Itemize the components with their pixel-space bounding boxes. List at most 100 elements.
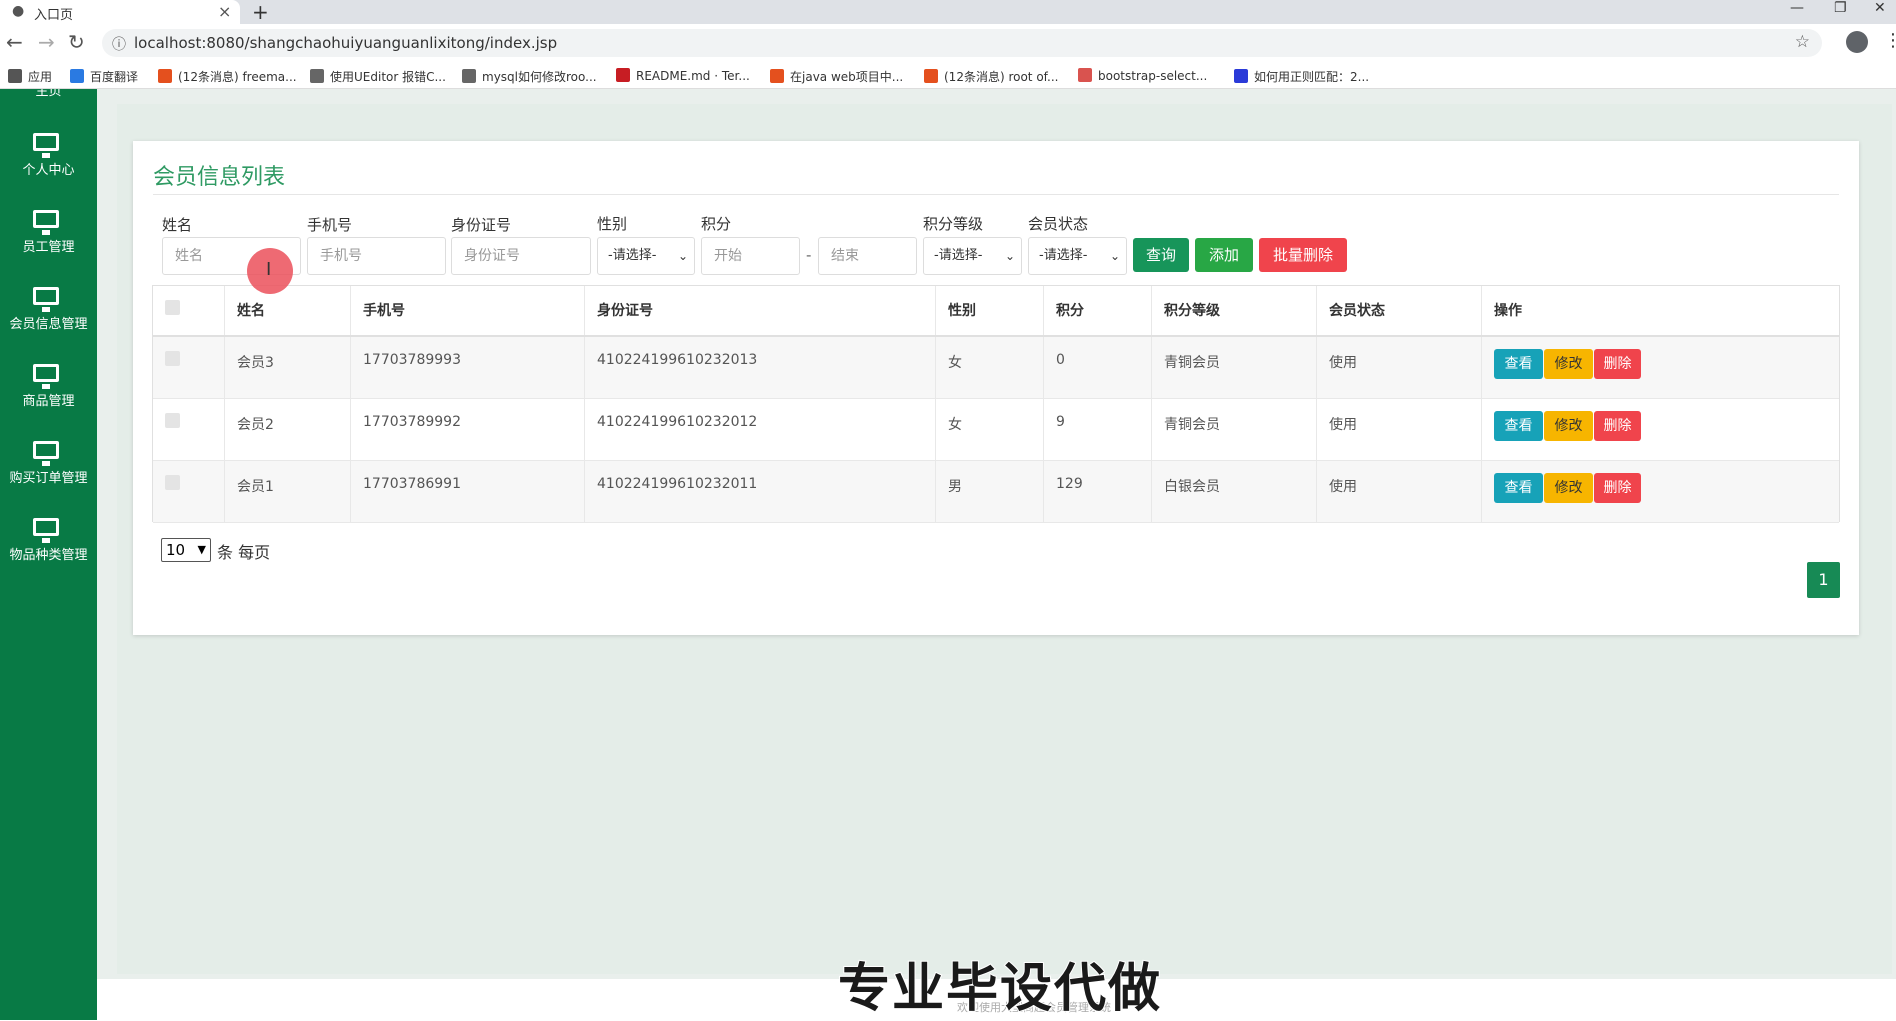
add-button[interactable]: 添加 <box>1195 238 1253 272</box>
bookmark-label: README.md · Ter... <box>636 69 750 83</box>
tab-title: 入口页 <box>34 8 74 23</box>
name-label: 姓名 <box>162 216 193 234</box>
bookmark-item[interactable]: 如何用正则匹配：2... <box>1234 68 1369 85</box>
bookmark-label: 使用UEditor 报错C... <box>330 70 446 84</box>
bookmarks-bar: 应用 百度翻译 (12条消息) freema... 使用UEditor 报错C... m… <box>0 62 1896 89</box>
cell-status: 使用 <box>1316 337 1481 398</box>
bookmark-item[interactable]: (12条消息) freema... <box>158 68 297 85</box>
view-button[interactable]: 查看 <box>1494 411 1543 441</box>
close-tab-icon[interactable]: × <box>218 2 231 21</box>
bookmark-item[interactable]: 使用UEditor 报错C... <box>310 68 446 85</box>
view-button[interactable]: 查看 <box>1494 473 1543 503</box>
minimize-icon[interactable]: — <box>1790 0 1804 16</box>
pagination-page-1[interactable]: 1 <box>1807 562 1840 598</box>
cell-phone: 17703789993 <box>350 337 584 398</box>
bookmark-item[interactable]: README.md · Ter... <box>616 68 750 83</box>
address-bar: ← → ↻ ⓘ localhost:8080/shangchaohuiyuang… <box>0 24 1896 62</box>
chevron-down-icon: ▼ <box>197 543 206 556</box>
points-end-input[interactable]: 结束 <box>818 237 917 275</box>
cell-actions: 查看 修改 删除 <box>1481 399 1839 460</box>
sidebar-item-member-management[interactable]: 会员信息管理 <box>0 279 97 355</box>
delete-button[interactable]: 删除 <box>1594 473 1641 503</box>
view-button[interactable]: 查看 <box>1494 349 1543 379</box>
sidebar-item-category-management[interactable]: 物品种类管理 <box>0 510 97 586</box>
browser-tab-strip: ● 入口页 × + — ❐ ✕ <box>0 0 1896 24</box>
edit-button[interactable]: 修改 <box>1544 349 1593 379</box>
header-gender: 性别 <box>935 286 1043 335</box>
bookmark-label: bootstrap-select... <box>1098 69 1208 83</box>
sidebar-item-home-partial[interactable]: 主页 <box>0 89 97 103</box>
member-table: 姓名 手机号 身份证号 性别 积分 积分等级 会员状态 操作 会员3 177037… <box>152 285 1840 523</box>
url-field[interactable]: ⓘ localhost:8080/shangchaohuiyuanguanlix… <box>102 29 1822 57</box>
points-start-input[interactable]: 开始 <box>701 237 800 275</box>
phone-input[interactable]: 手机号 <box>307 237 446 275</box>
bookmark-label: (12条消息) freema... <box>178 70 297 84</box>
bookmark-item[interactable]: mysql如何修改roo... <box>462 68 597 85</box>
bookmark-favicon-icon <box>1078 68 1092 82</box>
row-checkbox[interactable] <box>165 351 180 366</box>
sidebar-item-order-management[interactable]: 购买订单管理 <box>0 433 97 509</box>
sidebar-item-label: 商品管理 <box>22 394 75 409</box>
cell-points: 129 <box>1043 461 1151 522</box>
sidebar-item-staff-management[interactable]: 员工管理 <box>0 202 97 278</box>
row-checkbox[interactable] <box>165 413 180 428</box>
bookmark-item[interactable]: (12条消息) root of... <box>924 68 1058 85</box>
sidebar-item-product-management[interactable]: 商品管理 <box>0 356 97 432</box>
cell-name: 会员3 <box>224 337 350 398</box>
bookmark-item[interactable]: bootstrap-select... <box>1078 68 1207 83</box>
bookmark-star-icon[interactable]: ☆ <box>1795 32 1810 52</box>
bookmark-item[interactable]: 应用 <box>8 68 52 85</box>
monitor-icon <box>33 364 59 389</box>
restore-icon[interactable]: ❐ <box>1834 0 1847 16</box>
new-tab-button[interactable]: + <box>252 0 269 24</box>
bookmark-favicon-icon <box>924 69 938 83</box>
watermark-text: 专业毕设代做 <box>837 958 1163 1020</box>
table-row: 会员2 17703789992 410224199610232012 女 9 青铜会员 使用… <box>153 399 1839 461</box>
points-label: 积分 <box>701 215 732 233</box>
select-all-checkbox[interactable] <box>165 300 180 315</box>
points-range-dash: - <box>806 246 812 264</box>
header-points: 积分 <box>1043 286 1151 335</box>
phone-label: 手机号 <box>307 216 353 234</box>
browser-menu-icon[interactable]: ⋮ <box>1884 30 1896 51</box>
text-cursor-icon: I <box>266 259 272 280</box>
back-icon[interactable]: ← <box>6 30 23 54</box>
row-select-cell <box>153 399 224 460</box>
gender-select[interactable]: -请选择- ⌄ <box>597 237 695 275</box>
batch-delete-button[interactable]: 批量删除 <box>1259 238 1347 272</box>
edit-button[interactable]: 修改 <box>1544 411 1593 441</box>
page-size-select[interactable]: 10 ▼ <box>161 538 211 562</box>
bookmark-favicon-icon <box>770 69 784 83</box>
reload-icon[interactable]: ↻ <box>68 30 85 54</box>
forward-icon[interactable]: → <box>38 30 55 54</box>
cell-idcard: 410224199610232013 <box>584 337 935 398</box>
cell-idcard: 410224199610232012 <box>584 399 935 460</box>
monitor-icon <box>33 441 59 466</box>
row-checkbox[interactable] <box>165 475 180 490</box>
profile-avatar-icon[interactable] <box>1846 31 1868 53</box>
cell-level: 白银会员 <box>1151 461 1316 522</box>
table-row: 会员1 17703786991 410224199610232011 男 129 白银会员… <box>153 461 1839 523</box>
bookmark-label: 如何用正则匹配：2... <box>1254 70 1370 84</box>
header-phone: 手机号 <box>350 286 584 335</box>
info-icon[interactable]: ⓘ <box>112 34 126 54</box>
idcard-input[interactable]: 身份证号 <box>451 237 591 275</box>
status-select[interactable]: -请选择- ⌄ <box>1028 237 1127 275</box>
level-label: 积分等级 <box>923 215 984 233</box>
close-window-icon[interactable]: ✕ <box>1874 0 1886 16</box>
table-row: 会员3 17703789993 410224199610232013 女 0 青铜会员 使用… <box>153 337 1839 399</box>
browser-tab[interactable]: ● 入口页 × <box>0 0 240 24</box>
delete-button[interactable]: 删除 <box>1594 349 1641 379</box>
cell-level: 青铜会员 <box>1151 337 1316 398</box>
sidebar-item-label: 个人中心 <box>22 163 75 178</box>
bookmark-item[interactable]: 百度翻译 <box>70 68 138 85</box>
delete-button[interactable]: 删除 <box>1594 411 1641 441</box>
query-button[interactable]: 查询 <box>1133 238 1189 272</box>
edit-button[interactable]: 修改 <box>1544 473 1593 503</box>
sidebar-item-personal-center[interactable]: 个人中心 <box>0 125 97 201</box>
monitor-icon <box>33 210 59 235</box>
level-select[interactable]: -请选择- ⌄ <box>923 237 1022 275</box>
bookmark-item[interactable]: 在java web项目中... <box>770 68 903 85</box>
level-select-value: -请选择- <box>934 248 983 263</box>
bookmark-favicon-icon <box>462 69 476 83</box>
